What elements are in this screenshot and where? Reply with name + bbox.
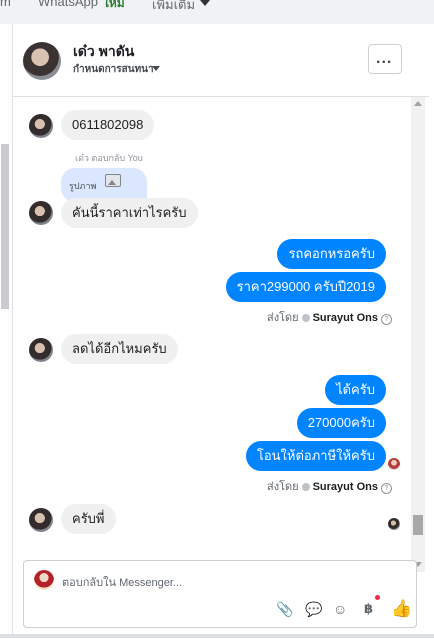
top-tab-strip: m WhatsApp ใหม่ เพิ่มเติม <box>0 0 434 24</box>
conversation-header: เด๋ว พาดัน กำหนดการสนทนา ... <box>13 24 429 97</box>
left-scrollbar-thumb[interactable] <box>1 144 9 309</box>
sent-by-prefix: ส่งโดย <box>267 312 299 324</box>
new-badge: ใหม่ <box>103 0 125 10</box>
incoming-message[interactable]: คันนี้ราคาเท่าไรครับ <box>61 198 198 228</box>
sent-by-label: ส่งโดย Surayut Ons? <box>267 477 392 495</box>
outgoing-message[interactable]: ได้ครับ <box>325 375 386 405</box>
avatar <box>34 570 54 590</box>
sent-by-prefix: ส่งโดย <box>267 481 299 493</box>
scrollbar-thumb[interactable] <box>413 515 423 535</box>
seen-avatar <box>388 458 400 470</box>
attach-icon[interactable]: 📎 <box>276 601 293 618</box>
replied-message-preview[interactable]: รูปภาพ <box>61 168 147 202</box>
reply-quote-text: รูปภาพ <box>69 181 97 191</box>
emoji-icon[interactable]: ☺ <box>333 601 347 617</box>
message-scrollbar[interactable] <box>411 97 425 572</box>
more-options-button[interactable]: ... <box>368 44 402 74</box>
sender-avatar[interactable] <box>29 508 53 532</box>
conversation-panel: เด๋ว พาดัน กำหนดการสนทนา ... 0611802098 … <box>12 24 429 638</box>
incoming-message[interactable]: ลดได้อีกไหมครับ <box>61 334 178 364</box>
message-input[interactable]: ตอบกลับใน Messenger... <box>62 573 182 591</box>
contact-name[interactable]: เด๋ว พาดัน <box>73 41 134 63</box>
sender-name[interactable]: Surayut Ons <box>313 481 378 493</box>
like-icon[interactable]: 👍 <box>391 599 412 619</box>
tab-more[interactable]: เพิ่มเติม <box>152 0 195 15</box>
image-icon <box>105 174 121 187</box>
help-icon[interactable]: ? <box>381 483 392 494</box>
check-icon <box>301 314 310 322</box>
outgoing-message[interactable]: โอนให้ต่อภาษีให้ครับ <box>245 441 386 471</box>
conversation-status[interactable]: กำหนดการสนทนา <box>73 62 154 77</box>
outgoing-message[interactable]: ราคา299000 ครับปี2019 <box>225 272 386 302</box>
incoming-message[interactable]: ครับพี่ <box>61 504 116 534</box>
tab-whatsapp[interactable]: WhatsApp <box>38 0 98 9</box>
outgoing-message[interactable]: 270000ครับ <box>296 408 386 438</box>
sender-name[interactable]: Surayut Ons <box>313 312 378 324</box>
notification-dot <box>375 595 380 600</box>
sender-avatar[interactable] <box>29 338 53 362</box>
reply-indicator: เด๋ว ตอบกลับ You <box>75 153 143 163</box>
gif-icon[interactable]: 💬 <box>305 601 322 618</box>
chevron-down-icon[interactable] <box>152 66 160 71</box>
more-icon: ... <box>376 50 393 67</box>
payment-icon[interactable]: ฿ <box>364 601 373 617</box>
bottom-border <box>0 634 434 638</box>
avatar[interactable] <box>23 42 61 80</box>
help-icon[interactable]: ? <box>381 314 392 325</box>
sender-avatar[interactable] <box>29 114 53 138</box>
seen-avatar <box>388 518 400 530</box>
message-composer[interactable]: ตอบกลับใน Messenger... 📎 💬 ☺ ฿ 👍 <box>23 560 417 628</box>
outgoing-message[interactable]: รถคอกหรอครับ <box>277 239 386 269</box>
sender-avatar[interactable] <box>29 201 53 225</box>
scroll-up-icon[interactable] <box>414 101 422 106</box>
tab-cutoff[interactable]: m <box>0 0 11 9</box>
check-icon <box>301 483 310 491</box>
chevron-down-icon[interactable] <box>200 0 210 6</box>
sent-by-label: ส่งโดย Surayut Ons? <box>267 308 392 326</box>
incoming-message[interactable]: 0611802098 <box>61 110 155 140</box>
